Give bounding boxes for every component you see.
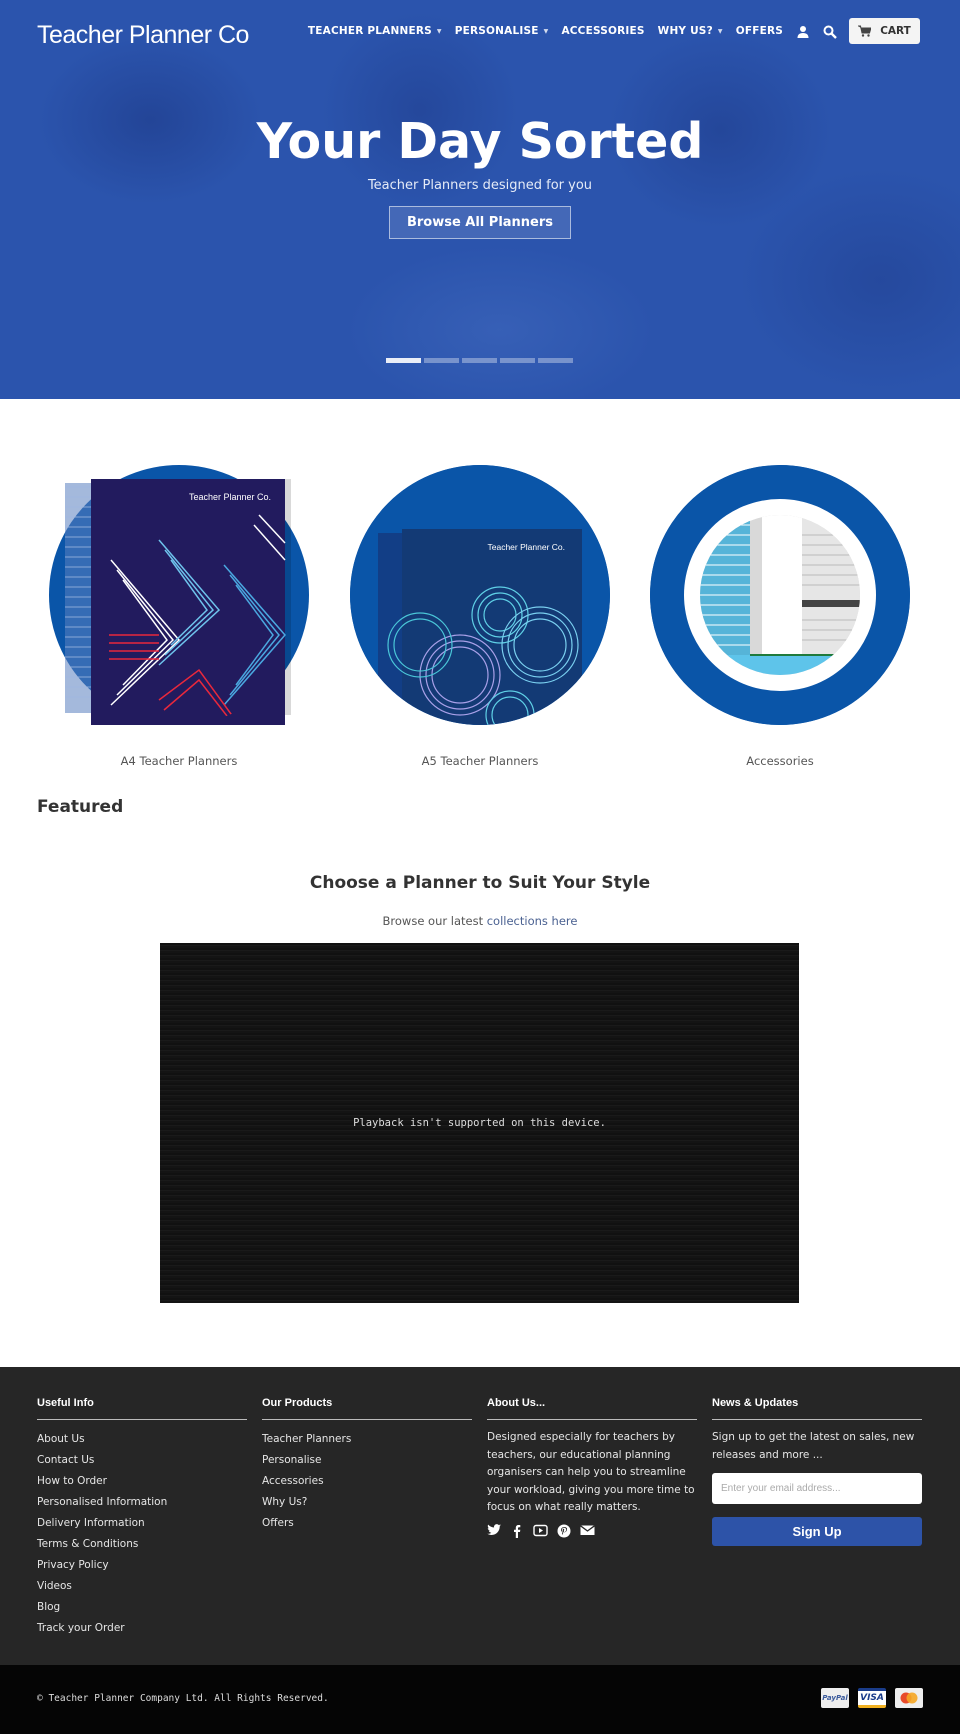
footer-heading: Our Products (262, 1397, 472, 1420)
featured-section: Choose a Planner to Suit Your Style Brow… (0, 799, 960, 1367)
site-logo[interactable]: Teacher Planner Co (37, 21, 249, 50)
collection-a4-planners[interactable]: Teacher Planner Co. A4 Teacher Planners (29, 465, 329, 768)
social-links (487, 1523, 697, 1538)
footer-heading: About Us... (487, 1397, 697, 1420)
subtitle-text: Browse our latest (382, 914, 487, 928)
footer-useful-info: Useful Info About Us Contact Us How to O… (37, 1397, 247, 1639)
footer-link-personalise[interactable]: Personalise (262, 1450, 472, 1471)
sign-up-button[interactable]: Sign Up (712, 1517, 922, 1546)
hero-banner: Teacher Planner Co TEACHER PLANNERS ▼ PER… (0, 0, 960, 399)
collection-accessories[interactable]: Accessories (630, 465, 930, 768)
user-icon[interactable] (796, 24, 810, 38)
footer-link-offers[interactable]: Offers (262, 1513, 472, 1534)
footer-about: About Us... Designed especially for teac… (487, 1397, 697, 1538)
collection-label: A5 Teacher Planners (421, 754, 539, 768)
footer-bottom-bar: © Teacher Planner Company Ltd. All Right… (0, 1665, 960, 1734)
footer-link-track-order[interactable]: Track your Order (37, 1618, 247, 1639)
caret-down-icon: ▼ (543, 27, 549, 35)
footer-link-how-to-order[interactable]: How to Order (37, 1471, 247, 1492)
footer-link-privacy[interactable]: Privacy Policy (37, 1555, 247, 1576)
caret-down-icon: ▼ (717, 27, 723, 35)
search-icon[interactable] (823, 24, 837, 39)
hero-subtitle: Teacher Planners designed for you (367, 178, 593, 193)
cart-button[interactable]: CART (849, 18, 920, 44)
slide-dot[interactable] (538, 358, 573, 363)
facebook-icon[interactable] (510, 1524, 524, 1538)
nav-label: WHY US? (657, 25, 713, 37)
nav-accessories[interactable]: ACCESSORIES (561, 25, 644, 37)
collections-grid: Teacher Planner Co. A4 Teacher Planners (0, 399, 960, 817)
footer-link-delivery-information[interactable]: Delivery Information (37, 1513, 247, 1534)
site-header: Teacher Planner Co TEACHER PLANNERS ▼ PER… (0, 0, 960, 66)
footer-link-personalised-information[interactable]: Personalised Information (37, 1492, 247, 1513)
browse-all-planners-button[interactable]: Browse All Planners (389, 206, 571, 239)
featured-title: Choose a Planner to Suit Your Style (309, 873, 651, 893)
nav-label: OFFERS (735, 25, 783, 37)
footer-heading: News & Updates (712, 1397, 922, 1420)
slide-dot[interactable] (462, 358, 497, 363)
footer-link-why-us[interactable]: Why Us? (262, 1492, 472, 1513)
footer-link-blog[interactable]: Blog (37, 1597, 247, 1618)
footer-link-videos[interactable]: Videos (37, 1576, 247, 1597)
news-text: Sign up to get the latest on sales, new … (712, 1431, 915, 1461)
collection-a5-planners[interactable]: Teacher Planner Co. A5 Teacher Planners (330, 465, 630, 768)
slider-dots (386, 358, 576, 363)
email-icon[interactable] (580, 1524, 595, 1538)
a5-planner-image: Teacher Planner Co. (350, 465, 610, 725)
featured-subtitle: Browse our latest collections here (0, 914, 960, 928)
site-footer: Useful Info About Us Contact Us How to O… (0, 1367, 960, 1665)
nav-label: PERSONALISE (454, 25, 539, 37)
collections-link[interactable]: collections here (487, 914, 578, 928)
visa-icon: VISA (858, 1688, 886, 1708)
copyright-text: © Teacher Planner Company Ltd. All Right… (37, 1693, 329, 1704)
footer-heading: Useful Info (37, 1397, 247, 1420)
slide-dot[interactable] (386, 358, 421, 363)
main-nav: TEACHER PLANNERS ▼ PERSONALISE ▼ ACCESSORI… (295, 18, 920, 44)
nav-label: ACCESSORIES (561, 25, 645, 37)
footer-our-products: Our Products Teacher Planners Personalis… (262, 1397, 472, 1534)
pinterest-icon[interactable] (557, 1524, 571, 1538)
nav-offers[interactable]: OFFERS (736, 25, 783, 37)
youtube-icon[interactable] (533, 1524, 548, 1538)
footer-link-terms[interactable]: Terms & Conditions (37, 1534, 247, 1555)
footer-link-accessories[interactable]: Accessories (262, 1471, 472, 1492)
slide-dot[interactable] (424, 358, 459, 363)
collection-label: Accessories (746, 754, 814, 768)
video-error-message: Playback isn't supported on this device. (353, 1117, 606, 1129)
slide-dot[interactable] (500, 358, 535, 363)
newsletter-email-input[interactable] (712, 1473, 922, 1504)
accessories-image (650, 465, 910, 725)
mastercard-icon (895, 1688, 923, 1708)
video-player[interactable]: Playback isn't supported on this device. (160, 943, 799, 1303)
cart-label: CART (880, 25, 911, 37)
nav-teacher-planners[interactable]: TEACHER PLANNERS ▼ (308, 25, 442, 37)
about-text: Designed especially for teachers by teac… (487, 1431, 695, 1513)
footer-link-contact-us[interactable]: Contact Us (37, 1450, 247, 1471)
footer-link-teacher-planners[interactable]: Teacher Planners (262, 1429, 472, 1450)
cart-icon (858, 25, 872, 37)
twitter-icon[interactable] (487, 1523, 501, 1538)
paypal-icon: PayPal (821, 1688, 849, 1708)
nav-why-us[interactable]: WHY US? ▼ (658, 25, 723, 37)
payment-methods: PayPal VISA (812, 1688, 923, 1708)
hero-title: Your Day Sorted (256, 113, 704, 170)
footer-link-about-us[interactable]: About Us (37, 1429, 247, 1450)
cover-brand-text: Teacher Planner Co. (189, 492, 271, 502)
footer-news: News & Updates Sign up to get the latest… (712, 1397, 922, 1546)
nav-personalise[interactable]: PERSONALISE ▼ (455, 25, 549, 37)
a4-planner-image: Teacher Planner Co. (49, 465, 309, 725)
nav-label: TEACHER PLANNERS (307, 25, 432, 37)
cover-brand-text: Teacher Planner Co. (488, 542, 566, 552)
collection-label: A4 Teacher Planners (120, 754, 238, 768)
caret-down-icon: ▼ (436, 27, 442, 35)
